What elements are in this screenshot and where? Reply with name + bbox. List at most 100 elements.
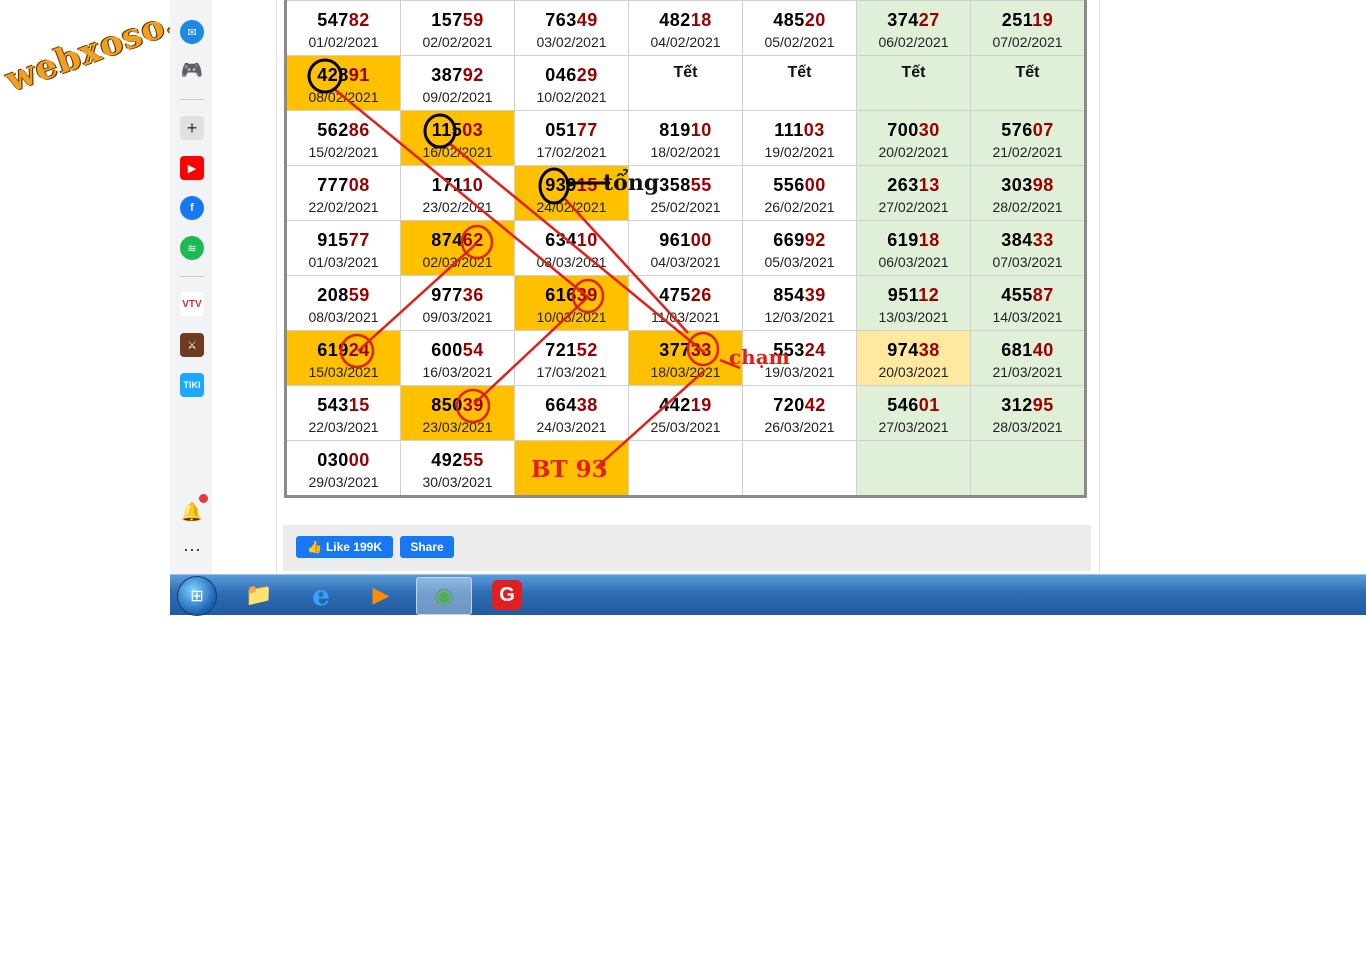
number-prefix: 251 [1001, 10, 1033, 30]
number-prefix: 974 [887, 340, 919, 360]
spotify-icon[interactable]: ≋ [180, 236, 204, 260]
result-cell: 37733 18/03/2021 [628, 330, 743, 386]
result-cell: 25119 07/02/2021 [970, 0, 1086, 56]
number-prefix: 492 [431, 450, 463, 470]
result-number: 48520 [743, 10, 856, 31]
result-cell: Tết [970, 55, 1086, 111]
vtv-go-icon[interactable]: VTV [180, 292, 204, 316]
number-prefix: 634 [545, 230, 577, 250]
holiday-label: Tết [673, 64, 698, 81]
number-tail: 13 [918, 175, 940, 195]
result-number: 20859 [287, 285, 400, 306]
result-cell: 63410 03/03/2021 [514, 220, 629, 276]
result-date: 26/02/2021 [764, 199, 835, 215]
result-date: 21/03/2021 [992, 364, 1063, 380]
media-player-icon[interactable]: ▶ [354, 577, 408, 613]
number-prefix: 358 [659, 175, 691, 195]
holiday-label: Tết [787, 64, 812, 81]
number-prefix: 046 [545, 65, 577, 85]
result-date: 05/02/2021 [764, 34, 835, 50]
game-controller-icon[interactable]: 🎮 [180, 58, 204, 82]
result-cell: 20859 08/03/2021 [285, 275, 401, 331]
number-prefix: 546 [887, 395, 919, 415]
result-cell: 47526 11/03/2021 [628, 275, 743, 331]
number-tail: 91 [348, 65, 370, 85]
result-number: 95112 [857, 285, 970, 306]
number-prefix: 384 [1001, 230, 1033, 250]
result-number: 25119 [971, 10, 1084, 31]
result-cell: 45587 14/03/2021 [970, 275, 1086, 331]
result-cell: 31295 28/03/2021 [970, 385, 1086, 441]
number-tail: 49 [576, 10, 598, 30]
result-cell: 38433 07/03/2021 [970, 220, 1086, 276]
result-date: 09/03/2021 [422, 309, 493, 325]
result-number: 68140 [971, 340, 1084, 361]
result-number: 54782 [287, 10, 400, 31]
result-number: 61924 [287, 340, 400, 361]
result-number: 17110 [401, 175, 514, 196]
number-prefix: 442 [659, 395, 691, 415]
result-date: 18/02/2021 [650, 144, 721, 160]
result-cell: 72042 26/03/2021 [742, 385, 857, 441]
coc-coc-browser-icon[interactable]: ◉ [416, 577, 472, 615]
result-date: 09/02/2021 [422, 89, 493, 105]
result-cell: 97736 09/03/2021 [400, 275, 515, 331]
tiki-icon[interactable]: TIKI [180, 373, 204, 397]
number-prefix: 619 [887, 230, 919, 250]
windows-start-icon[interactable]: ⊞ [177, 576, 217, 616]
result-date: 02/02/2021 [422, 34, 493, 50]
number-tail: 15 [576, 175, 598, 195]
result-date: 06/02/2021 [878, 34, 949, 50]
result-number: 37733 [629, 340, 742, 361]
number-tail: 10 [576, 230, 598, 250]
garena-icon[interactable]: G [480, 577, 534, 613]
result-cell [742, 440, 857, 497]
result-number: 54315 [287, 395, 400, 416]
number-prefix: 850 [431, 395, 463, 415]
table-row: 20859 08/03/2021 97736 09/03/2021 61639 10/03… [285, 275, 1086, 331]
result-cell [628, 440, 743, 497]
number-tail: 40 [1032, 340, 1054, 360]
facebook-icon[interactable]: f [180, 196, 204, 220]
result-date: 28/02/2021 [992, 199, 1063, 215]
result-cell: 81910 18/02/2021 [628, 110, 743, 166]
result-date: 24/03/2021 [536, 419, 607, 435]
result-number: 70030 [857, 120, 970, 141]
result-cell: 54782 01/02/2021 [285, 0, 401, 56]
number-prefix: 455 [1001, 285, 1033, 305]
result-cell: 85439 12/03/2021 [742, 275, 857, 331]
result-number: 66992 [743, 230, 856, 251]
result-date: 01/03/2021 [308, 254, 379, 270]
facebook-share-button[interactable]: Share [400, 536, 454, 558]
number-tail: 39 [804, 285, 826, 305]
result-cell: 61639 10/03/2021 [514, 275, 629, 331]
internet-explorer-icon[interactable]: e [294, 577, 348, 613]
number-tail: 82 [348, 10, 370, 30]
more-icon[interactable]: ⋯ [180, 538, 204, 562]
add-icon[interactable]: + [180, 116, 204, 140]
number-prefix: 485 [773, 10, 805, 30]
result-date: 07/02/2021 [992, 34, 1063, 50]
number-tail: 87 [1032, 285, 1054, 305]
facebook-like-button[interactable]: 👍 Like 199K [296, 536, 393, 558]
result-number: 38433 [971, 230, 1084, 251]
result-cell: 03000 29/03/2021 [285, 440, 401, 497]
result-number: 85039 [401, 395, 514, 416]
number-tail: 33 [1032, 230, 1054, 250]
number-prefix: 951 [887, 285, 919, 305]
like-label: Like 199K [325, 540, 382, 554]
messenger-icon[interactable]: ✉ [180, 20, 204, 44]
result-date: 14/03/2021 [992, 309, 1063, 325]
game-avatar-icon[interactable]: ⚔ [180, 333, 204, 357]
number-tail: 20 [804, 10, 826, 30]
result-number: 60054 [401, 340, 514, 361]
result-date: 29/03/2021 [308, 474, 379, 490]
result-cell: 54315 22/03/2021 [285, 385, 401, 441]
table-row: 77708 22/02/2021 17110 23/02/2021 93915 24/02… [285, 165, 1086, 221]
number-prefix: 600 [431, 340, 463, 360]
bell-icon[interactable]: 🔔 [180, 500, 204, 524]
file-explorer-icon[interactable]: 📁 [232, 577, 286, 613]
number-prefix: 051 [545, 120, 577, 140]
youtube-icon[interactable]: ▶ [180, 156, 204, 180]
number-tail: 00 [804, 175, 826, 195]
